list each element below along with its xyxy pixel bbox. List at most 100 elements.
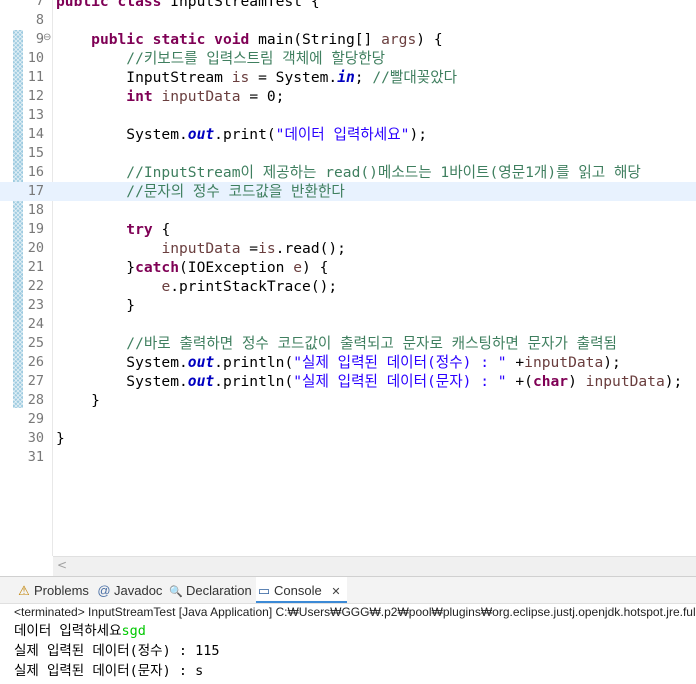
code-line[interactable]: 9 ⊖ public static void main(String[] args… xyxy=(0,30,696,49)
console-prompt: 데이터 입력하세요 xyxy=(14,623,122,639)
code-line[interactable]: 22 e.printStackTrace(); xyxy=(0,277,696,296)
code-text: } xyxy=(56,391,100,410)
console-status: <terminated> InputStreamTest [Java Appli… xyxy=(14,605,696,619)
code-token: "실제 입력된 데이터(문자) : " xyxy=(293,373,507,390)
code-line[interactable]: 19 try { xyxy=(0,220,696,239)
code-token: ; xyxy=(354,69,373,86)
code-token: inputData xyxy=(524,354,604,371)
code-line[interactable]: 7 public class InputStreamTest { xyxy=(0,0,696,11)
code-text: public class InputStreamTest { xyxy=(56,0,320,11)
code-token: InputStream xyxy=(56,69,232,86)
code-line[interactable]: 20 inputData =is.read(); xyxy=(0,239,696,258)
code-text: //바로 출력하면 정수 코드값이 출력되고 문자로 캐스팅하면 문자가 출력됨 xyxy=(56,334,617,353)
code-line[interactable]: 13 xyxy=(0,106,696,125)
code-line[interactable]: 16 //InputStream이 제공하는 read()메소드는 1바이트(영… xyxy=(0,163,696,182)
code-text: e.printStackTrace(); xyxy=(56,277,337,296)
line-number: 19 xyxy=(27,221,44,237)
code-token: .println( xyxy=(214,373,294,390)
code-token: = System. xyxy=(249,69,338,86)
code-line[interactable]: 11 InputStream is = System.in; //빨대꽂았다 xyxy=(0,68,696,87)
code-text: System.out.print("데이터 입력하세요"); xyxy=(56,125,427,144)
code-token: in xyxy=(337,69,355,86)
code-line[interactable]: 23 } xyxy=(0,296,696,315)
code-token: catch xyxy=(135,259,180,276)
code-text: //문자의 정수 코드값을 반환한다 xyxy=(56,182,344,201)
console-output[interactable]: 데이터 입력하세요sgd 실제 입력된 데이터(정수) : 115 실제 입력된… xyxy=(14,621,696,681)
code-token: (IOException xyxy=(179,259,294,276)
code-text: System.out.println("실제 입력된 데이터(문자) : " +… xyxy=(56,372,682,391)
code-token: try xyxy=(126,221,153,238)
code-line[interactable]: 8 xyxy=(0,11,696,30)
code-token: char xyxy=(532,373,569,390)
code-token: is xyxy=(258,240,276,257)
code-token: //빨대꽂았다 xyxy=(372,69,458,86)
code-line[interactable]: 14 System.out.print("데이터 입력하세요"); xyxy=(0,125,696,144)
code-line[interactable]: 31 xyxy=(0,448,696,467)
code-line[interactable]: 10 //키보드를 입력스트림 객체에 할당한당 xyxy=(0,49,696,68)
code-token: } xyxy=(56,430,65,447)
code-line[interactable]: 29 xyxy=(0,410,696,429)
code-text: int inputData = 0; xyxy=(56,87,284,106)
code-token: inputData xyxy=(161,88,241,105)
line-number: 13 xyxy=(27,107,44,123)
line-number: 10 xyxy=(27,50,44,66)
line-number: 22 xyxy=(27,278,44,294)
tab-label: Javadoc xyxy=(114,583,163,598)
code-text: } xyxy=(56,429,65,448)
console-line: 실제 입력된 데이터(정수) : 115 xyxy=(14,643,220,659)
code-line[interactable]: 27 System.out.println("실제 입력된 데이터(문자) : … xyxy=(0,372,696,391)
code-line[interactable]: 28 } xyxy=(0,391,696,410)
fold-collapse-icon[interactable]: ⊖ xyxy=(43,30,51,45)
tab-label: Problems xyxy=(34,583,89,598)
code-token: //InputStream이 제공하는 read()메소드는 1바이트(영문1개… xyxy=(56,164,641,181)
scroll-left-icon[interactable]: < xyxy=(57,558,67,572)
code-token: is xyxy=(231,69,250,86)
code-editor[interactable]: 7 public class InputStreamTest { 8 9 ⊖ publi… xyxy=(0,0,696,576)
code-token: = xyxy=(240,240,259,257)
code-token: args xyxy=(381,31,417,48)
javadoc-icon: @ xyxy=(97,583,111,598)
close-icon[interactable]: ✕ xyxy=(331,586,340,598)
code-line[interactable]: 24 xyxy=(0,315,696,334)
line-number: 31 xyxy=(27,449,44,465)
code-token: = 0; xyxy=(240,88,285,105)
console-user-input: sgd xyxy=(121,623,146,639)
tab-problems[interactable]: ⚠ Problems xyxy=(16,577,89,603)
code-token: public static void xyxy=(91,31,259,48)
code-text: System.out.println("실제 입력된 데이터(정수) : " +… xyxy=(56,353,621,372)
code-line[interactable]: 21 }catch(IOException e) { xyxy=(0,258,696,277)
line-number: 17 xyxy=(27,183,44,199)
tab-console[interactable]: ▭ Console ✕ xyxy=(256,577,347,603)
code-line[interactable]: 30} xyxy=(0,429,696,448)
code-token: { xyxy=(152,221,171,238)
code-line[interactable]: 26 System.out.println("실제 입력된 데이터(정수) : … xyxy=(0,353,696,372)
code-line[interactable]: 17 //문자의 정수 코드값을 반환한다 xyxy=(0,182,696,201)
code-text: //키보드를 입력스트림 객체에 할당한당 xyxy=(56,49,385,68)
tab-javadoc[interactable]: @ Javadoc xyxy=(96,577,162,603)
code-token: ); xyxy=(603,354,621,371)
code-line[interactable]: 18 xyxy=(0,201,696,220)
tab-label: Console xyxy=(274,583,322,598)
code-token: } xyxy=(56,392,100,409)
code-line[interactable]: 25 //바로 출력하면 정수 코드값이 출력되고 문자로 캐스팅하면 문자가 … xyxy=(0,334,696,353)
line-number: 8 xyxy=(35,12,44,28)
horizontal-scrollbar[interactable]: < xyxy=(53,556,696,576)
code-line[interactable]: 12 int inputData = 0; xyxy=(0,87,696,106)
code-text: }catch(IOException e) { xyxy=(56,258,328,277)
code-token: +( xyxy=(506,373,533,390)
line-number: 7 xyxy=(35,0,44,9)
line-number: 28 xyxy=(27,392,44,408)
code-text: public static void main(String[] args) { xyxy=(56,30,443,49)
code-token: int xyxy=(126,88,162,105)
code-token: out xyxy=(187,126,215,143)
code-line[interactable]: 15 xyxy=(0,144,696,163)
code-token: .print( xyxy=(214,126,276,143)
code-text: InputStream is = System.in; //빨대꽂았다 xyxy=(56,68,457,87)
code-token: .read(); xyxy=(275,240,346,257)
code-token: ) { xyxy=(416,31,443,48)
code-token: } xyxy=(56,297,136,314)
code-token: //바로 출력하면 정수 코드값이 출력되고 문자로 캐스팅하면 문자가 출력됨 xyxy=(56,335,617,352)
tab-declaration[interactable]: 🔍 Declaration xyxy=(168,577,252,603)
